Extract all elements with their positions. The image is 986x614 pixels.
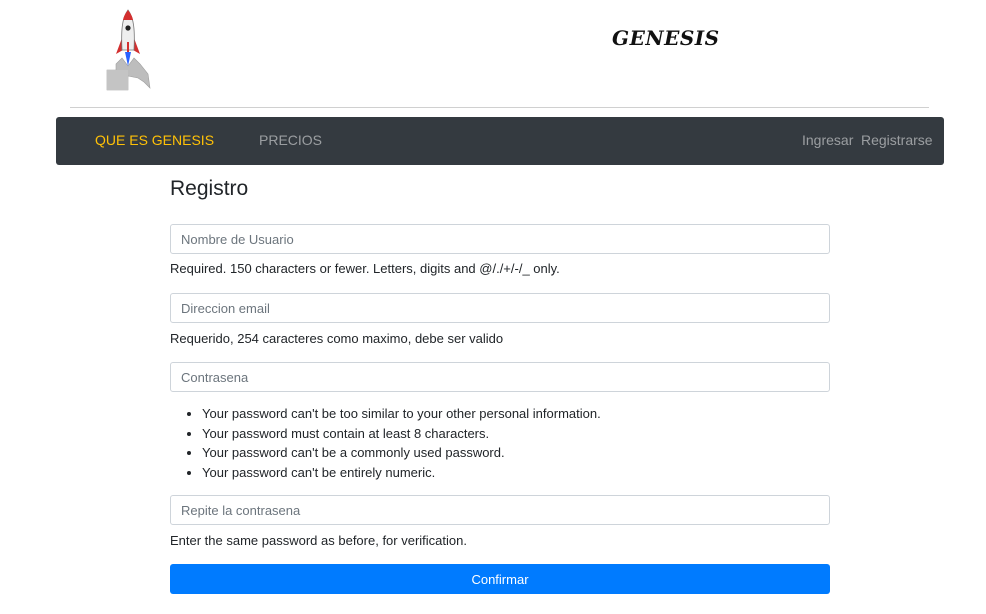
password-rules-list: Your password can't be too similar to yo…	[170, 404, 601, 482]
email-input[interactable]	[170, 293, 830, 323]
password-input[interactable]	[170, 362, 830, 392]
nav-link-registrarse[interactable]: Registrarse	[861, 132, 933, 148]
brand-title: GENESIS	[612, 26, 720, 50]
username-help-text: Required. 150 characters or fewer. Lette…	[170, 261, 560, 276]
page-title: Registro	[170, 177, 249, 200]
email-help-text: Requerido, 254 caracteres como maximo, d…	[170, 331, 504, 346]
list-item: Your password must contain at least 8 ch…	[202, 424, 601, 444]
list-item: Your password can't be entirely numeric.	[202, 463, 601, 483]
nav-link-precios[interactable]: PRECIOS	[259, 132, 322, 148]
password-confirm-input[interactable]	[170, 495, 830, 525]
list-item: Your password can't be too similar to yo…	[202, 404, 601, 424]
registration-page: GENESIS QUE ES GENESIS PRECIOS Ingresar …	[0, 0, 986, 614]
rocket-icon[interactable]	[104, 8, 154, 92]
list-item: Your password can't be a commonly used p…	[202, 443, 601, 463]
header-divider	[70, 107, 929, 108]
top-navbar: QUE ES GENESIS PRECIOS Ingresar Registra…	[56, 117, 944, 165]
confirm-button[interactable]: Confirmar	[170, 564, 830, 594]
username-input[interactable]	[170, 224, 830, 254]
nav-link-que-es-genesis[interactable]: QUE ES GENESIS	[95, 132, 214, 148]
password-confirm-help-text: Enter the same password as before, for v…	[170, 533, 467, 548]
nav-link-ingresar[interactable]: Ingresar	[802, 132, 853, 148]
